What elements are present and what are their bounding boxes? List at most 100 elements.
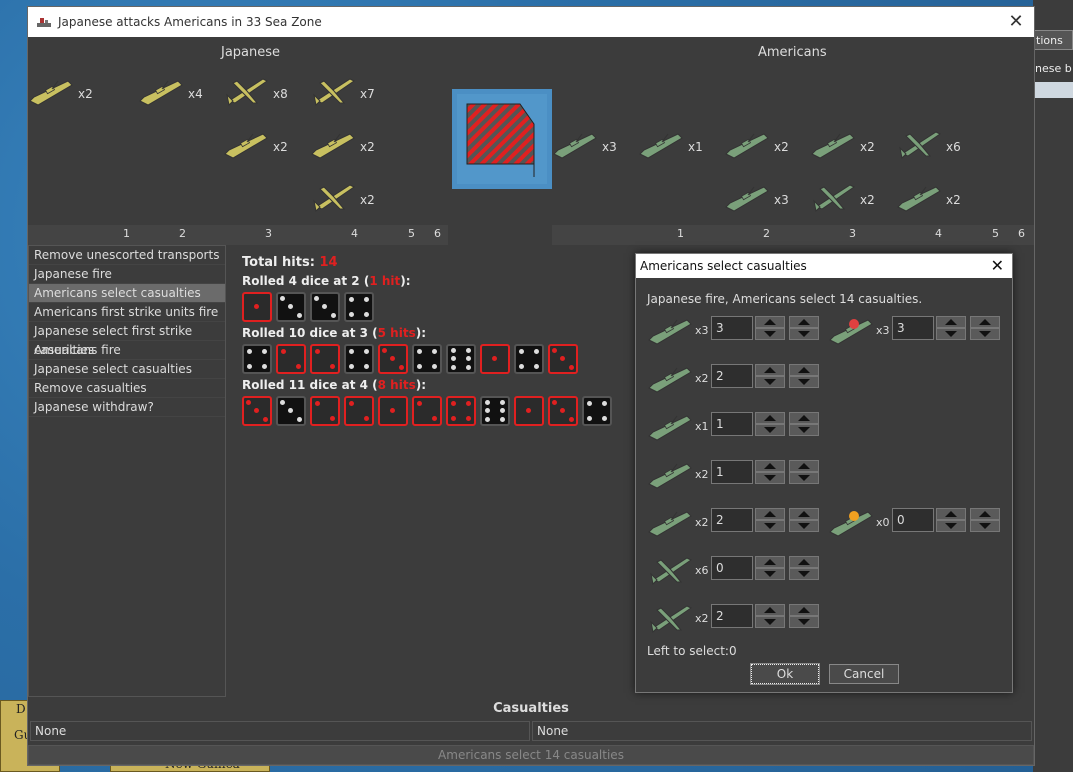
decrement-button[interactable] [755,568,785,580]
casualty-count-input[interactable] [711,508,753,532]
casualty-count-input[interactable] [892,508,934,532]
increment-button[interactable] [755,556,785,568]
miss-die [480,396,510,426]
step-spinner[interactable] [755,316,785,340]
close-icon[interactable]: ✕ [1004,11,1028,33]
increment-button[interactable] [755,460,785,472]
arrow-down-icon [979,331,991,337]
decrement-button[interactable] [970,328,1000,340]
decrement-button[interactable] [755,328,785,340]
max-spinner[interactable] [789,364,819,388]
decrement-button[interactable] [936,328,966,340]
max-spinner[interactable] [970,316,1000,340]
arrow-up-icon [764,319,776,325]
casualty-count-input[interactable] [711,604,753,628]
step-spinner[interactable] [755,604,785,628]
step-spinner[interactable] [936,316,966,340]
increment-button[interactable] [789,316,819,328]
casualty-count-input[interactable] [711,556,753,580]
increment-button[interactable] [789,412,819,424]
step-spinner[interactable] [755,556,785,580]
unit-count: x3 [602,140,617,154]
battle-steps-list[interactable]: Remove unescorted transports Japanese fir… [28,245,226,697]
arrow-up-icon [798,511,810,517]
increment-button[interactable] [789,556,819,568]
increment-button[interactable] [789,460,819,472]
max-spinner[interactable] [970,508,1000,532]
hit-die [548,344,578,374]
battle-step-item[interactable]: Remove casualties [29,379,225,398]
unit-count: x2 [695,468,709,481]
max-spinner[interactable] [789,460,819,484]
max-spinner[interactable] [789,412,819,436]
arrow-up-icon [798,319,810,325]
battle-step-item[interactable]: Americans select casualties [29,284,225,303]
defender-unit: x1 [638,124,728,174]
max-spinner[interactable] [789,556,819,580]
die-pip [295,363,301,369]
increment-button[interactable] [755,316,785,328]
status-button[interactable]: Americans select 14 casualties [28,745,1034,765]
battle-step-item[interactable]: Remove unescorted transports [29,246,225,265]
max-spinner[interactable] [789,604,819,628]
background-field[interactable] [1035,82,1073,98]
battle-step-item[interactable]: Americans first strike units fire [29,303,225,322]
increment-button[interactable] [789,364,819,376]
close-icon[interactable]: ✕ [991,254,1004,278]
increment-button[interactable] [936,316,966,328]
step-spinner[interactable] [755,460,785,484]
increment-button[interactable] [755,604,785,616]
max-spinner[interactable] [789,316,819,340]
step-spinner[interactable] [755,412,785,436]
battle-step-item[interactable]: Japanese select first strike casualties [29,322,225,357]
decrement-button[interactable] [789,472,819,484]
increment-button[interactable] [970,316,1000,328]
increment-button[interactable] [970,508,1000,520]
max-spinner[interactable] [789,508,819,532]
decrement-button[interactable] [789,376,819,388]
die-pip [262,416,268,422]
ok-button[interactable]: Ok [750,663,820,685]
decrement-button[interactable] [755,376,785,388]
submarine-icon [639,133,683,159]
increment-button[interactable] [755,364,785,376]
increment-button[interactable] [789,604,819,616]
decrement-button[interactable] [755,616,785,628]
increment-button[interactable] [936,508,966,520]
battle-step-item[interactable]: Japanese withdraw? [29,398,225,417]
battle-step-item[interactable]: Americans fire [29,341,225,360]
step-spinner[interactable] [936,508,966,532]
decrement-button[interactable] [970,520,1000,532]
background-tab[interactable]: tions [1033,30,1073,50]
step-spinner[interactable] [755,508,785,532]
die-pip [586,415,592,421]
decrement-button[interactable] [936,520,966,532]
cancel-button[interactable]: Cancel [829,664,899,684]
decrement-button[interactable] [755,424,785,436]
decrement-button[interactable] [789,568,819,580]
defender-unit: x6 [896,124,986,174]
decrement-button[interactable] [789,520,819,532]
increment-button[interactable] [755,412,785,424]
casualty-count-input[interactable] [711,412,753,436]
die-pip [363,415,369,421]
map-label: D [16,702,26,716]
casualty-count-input[interactable] [711,316,753,340]
casualty-count-input[interactable] [892,316,934,340]
die-pip [348,311,354,317]
battle-step-item[interactable]: Japanese fire [29,265,225,284]
battle-step-item[interactable]: Japanese select casualties [29,360,225,379]
roll-hits: 8 hits [377,378,416,392]
decrement-button[interactable] [789,424,819,436]
decrement-button[interactable] [755,472,785,484]
die-pip [586,400,592,406]
roll-summary: Rolled 11 dice at 4 (8 hits): [242,378,642,392]
decrement-button[interactable] [789,616,819,628]
decrement-button[interactable] [789,328,819,340]
increment-button[interactable] [755,508,785,520]
step-spinner[interactable] [755,364,785,388]
casualty-count-input[interactable] [711,364,753,388]
increment-button[interactable] [789,508,819,520]
decrement-button[interactable] [755,520,785,532]
casualty-count-input[interactable] [711,460,753,484]
